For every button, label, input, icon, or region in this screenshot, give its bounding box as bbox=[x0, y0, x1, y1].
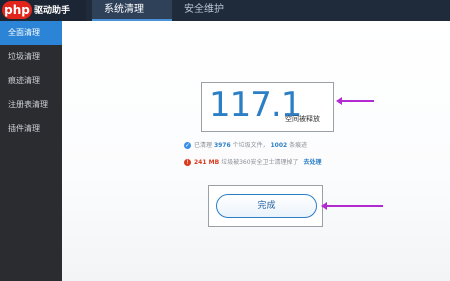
junk-file-count: 3976 bbox=[213, 142, 231, 149]
result-box: 117.1 B 空间被释放 bbox=[201, 82, 334, 132]
summary-mid: 个垃圾文件， bbox=[232, 142, 269, 149]
logo-badge: php bbox=[2, 1, 32, 19]
done-button-highlight: 完成 bbox=[208, 185, 323, 227]
remaining-size: 241 MB bbox=[194, 159, 220, 166]
summary-prefix: 已清理 bbox=[194, 142, 213, 149]
sidebar: 全面清理 垃圾清理 痕迹清理 注册表清理 插件清理 bbox=[0, 21, 62, 281]
tab-security-maintenance[interactable]: 安全维护 bbox=[172, 0, 262, 21]
sidebar-item-registry-cleanup[interactable]: 注册表清理 bbox=[0, 93, 62, 117]
check-circle-icon: ✓ bbox=[184, 142, 191, 149]
remaining-junk-notice: ! 241 MB 垃圾被360安全卫士清理掉了 去处理 bbox=[184, 157, 321, 166]
trace-count: 1002 bbox=[270, 142, 288, 149]
sidebar-item-full-cleanup[interactable]: 全面清理 bbox=[0, 21, 62, 45]
summary-suffix: 条痕迹 bbox=[289, 142, 308, 149]
sidebar-item-trace-cleanup[interactable]: 痕迹清理 bbox=[0, 69, 62, 93]
sidebar-item-junk-cleanup[interactable]: 垃圾清理 bbox=[0, 45, 62, 69]
freed-space-label: 空间被释放 bbox=[285, 115, 320, 123]
logo-area: php 驱动助手 bbox=[0, 0, 86, 21]
annotation-arrow bbox=[321, 202, 383, 210]
warning-circle-icon: ! bbox=[184, 159, 191, 166]
cleanup-summary: ✓ 已清理 3976 个垃圾文件， 1002 条痕迹 bbox=[184, 140, 307, 149]
sidebar-item-plugin-cleanup[interactable]: 插件清理 bbox=[0, 117, 62, 141]
title-bar: php 驱动助手 系统清理 安全维护 bbox=[0, 0, 450, 21]
tab-system-cleanup[interactable]: 系统清理 bbox=[92, 0, 172, 21]
remaining-text: 垃圾被360安全卫士清理掉了 bbox=[221, 159, 299, 166]
handle-link[interactable]: 去处理 bbox=[303, 159, 321, 166]
app-title: 驱动助手 bbox=[34, 6, 71, 16]
main-panel bbox=[62, 21, 450, 281]
done-button[interactable]: 完成 bbox=[216, 194, 317, 218]
annotation-arrow bbox=[336, 97, 374, 105]
